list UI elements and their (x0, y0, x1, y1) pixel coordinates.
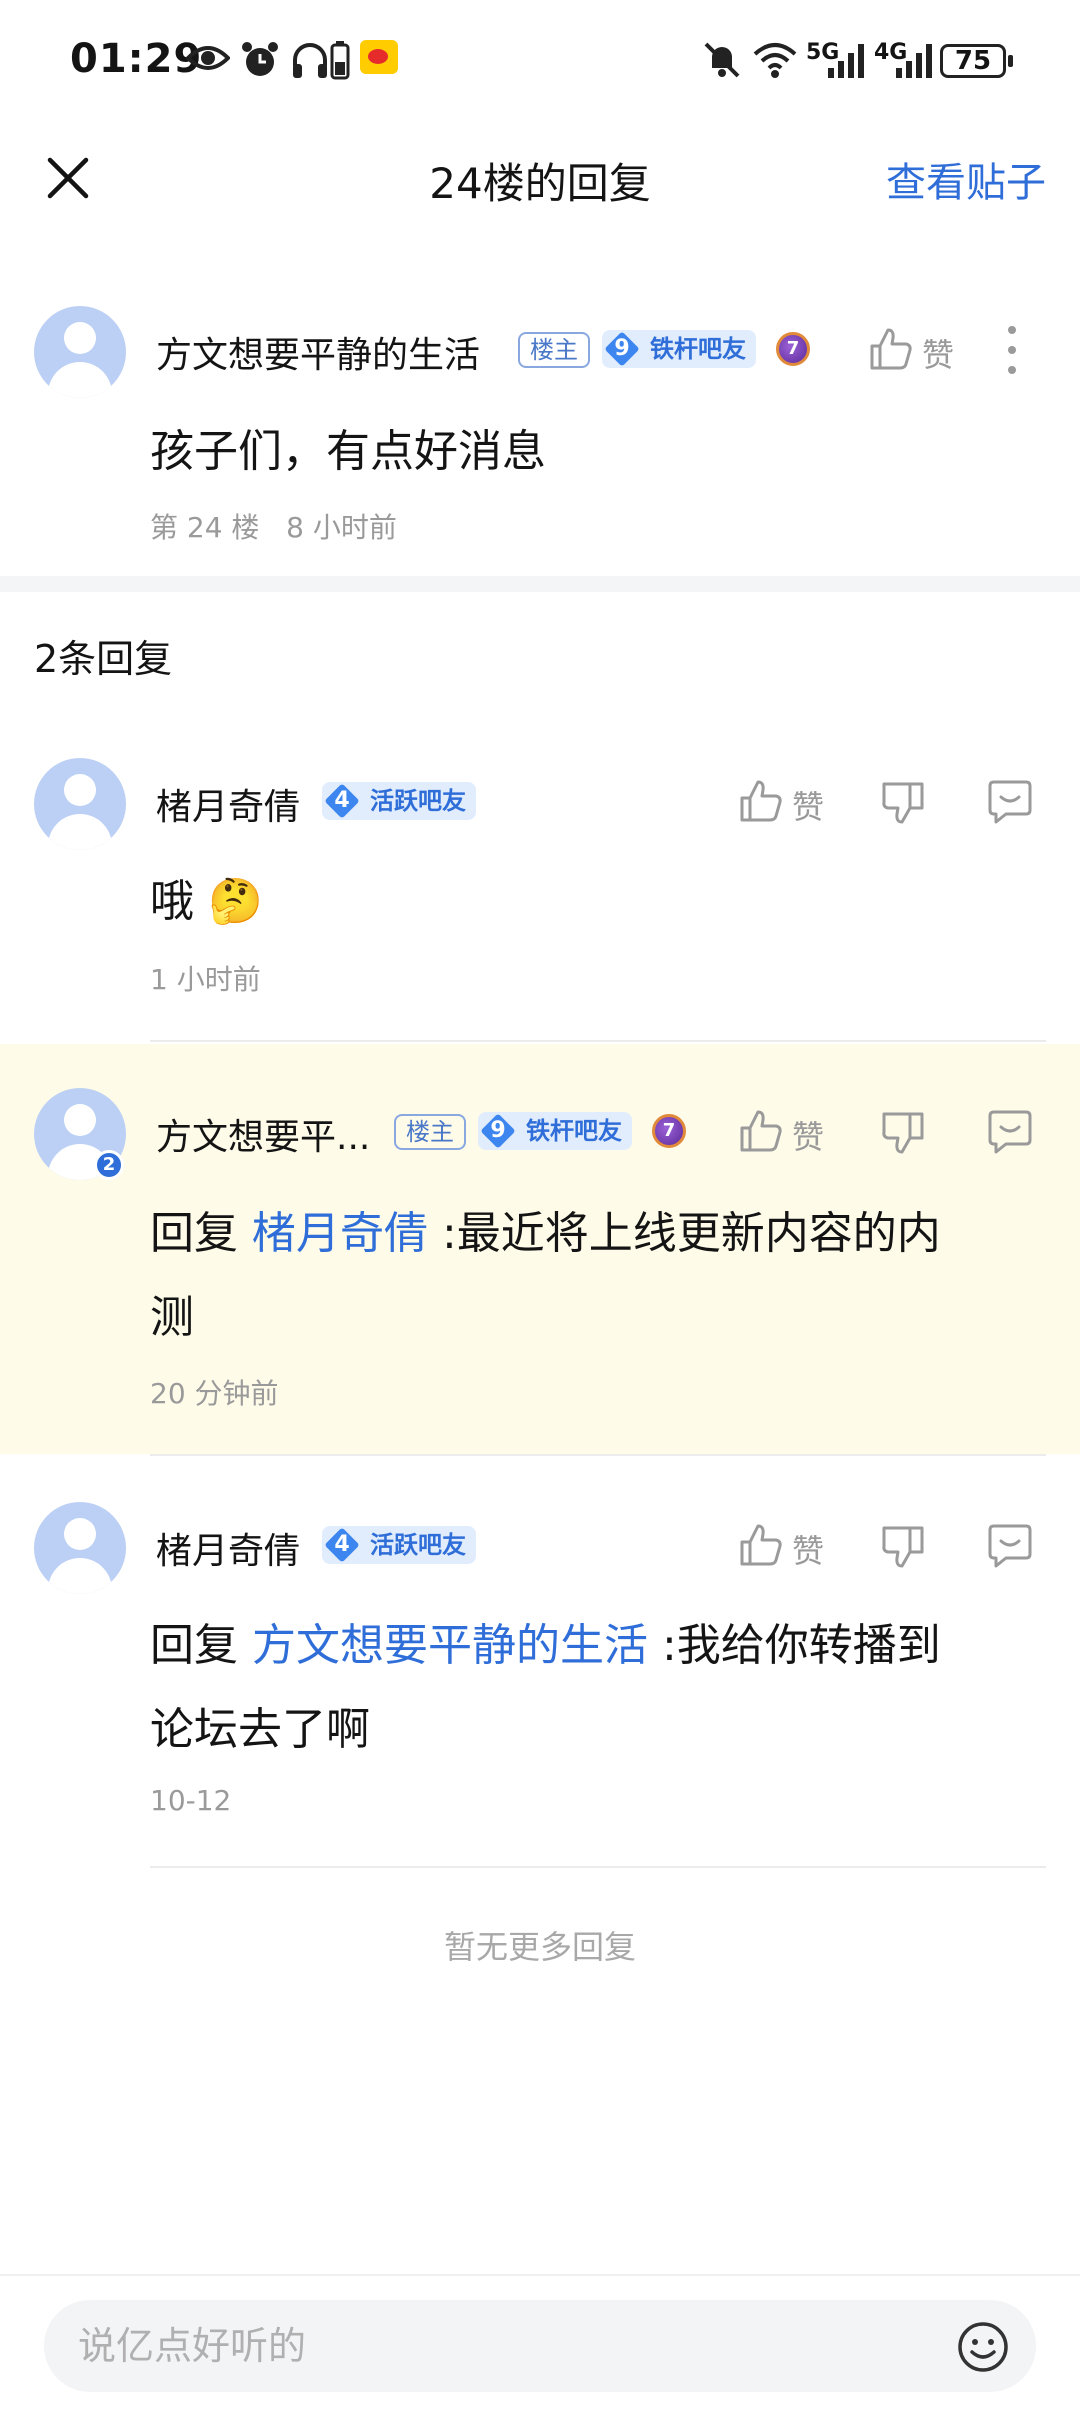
comment-icon[interactable] (986, 1108, 1034, 1156)
reply-content: 回复 楮月奇倩 :最近将上线更新内容的内 测 (150, 1208, 941, 1343)
mute-icon (704, 42, 740, 78)
avatar-badge: 2 (94, 1150, 124, 1180)
reply-to-link[interactable]: 方文想要平静的生活 (252, 1620, 648, 1671)
username[interactable]: 方文想要平静的生活 (156, 326, 480, 378)
owner-tag: 楼主 (394, 1114, 466, 1150)
battery-small-icon (330, 41, 350, 80)
status-time: 01:29 (70, 36, 203, 82)
more-options-icon[interactable] (996, 322, 1028, 378)
alarm-icon (242, 42, 278, 76)
username[interactable]: 楮月奇倩 (156, 1522, 300, 1574)
level-badge: 4 活跃吧友 (322, 782, 476, 820)
reply-to-link[interactable]: 楮月奇倩 (252, 1208, 428, 1259)
reply-content: 哦 🤔 (150, 876, 263, 927)
battery-indicator: 75 (940, 44, 1013, 78)
medal-icon: 7 (652, 1114, 686, 1148)
section-divider (0, 576, 1080, 592)
reply-time: 1 小时前 (150, 963, 261, 996)
eye-icon (186, 46, 230, 70)
thumbs-up-icon (870, 328, 912, 370)
avatar[interactable] (34, 1502, 126, 1594)
comment-composer (0, 2274, 1080, 2412)
thumbs-up-icon (740, 780, 782, 822)
thumbs-down-icon[interactable] (880, 1110, 926, 1156)
headphones-icon (293, 43, 327, 78)
post-meta: 第 24 楼 8 小时前 (150, 506, 397, 546)
floor-number: 第 24 楼 (150, 511, 260, 544)
level-badge: 9 铁杆吧友 (478, 1112, 632, 1150)
comment-input[interactable] (44, 2300, 1036, 2392)
like-button[interactable]: 赞 (738, 1522, 848, 1572)
replies-count: 2条回复 (34, 637, 173, 681)
signal-icon (896, 44, 932, 78)
status-bar: 01:29 5G 4G 75 (0, 0, 1080, 120)
comment-icon[interactable] (986, 1522, 1034, 1570)
avatar[interactable] (34, 758, 126, 850)
thumbs-up-icon (740, 1110, 782, 1152)
username[interactable]: 方文想要平... (156, 1108, 370, 1160)
post-content: 孩子们，有点好消息 (150, 426, 546, 477)
comment-icon[interactable] (986, 778, 1034, 826)
divider (150, 1040, 1046, 1042)
thumbs-up-icon (740, 1524, 782, 1566)
no-more-replies: 暂无更多回复 (443, 1928, 636, 1966)
reply-time: 10-12 (150, 1784, 232, 1817)
owner-tag: 楼主 (518, 332, 590, 368)
reply-time: 20 分钟前 (150, 1377, 279, 1410)
emoji-icon[interactable] (956, 2320, 1010, 2374)
like-button[interactable]: 赞 (738, 1108, 848, 1158)
username[interactable]: 楮月奇倩 (156, 778, 300, 830)
signal-icon (828, 44, 864, 78)
weibo-icon (360, 40, 398, 74)
view-post-link[interactable]: 查看贴子 (886, 150, 1046, 208)
nav-bar: 24楼的回复 查看贴子 (0, 120, 1080, 240)
thinking-emoji-icon: 🤔 (208, 876, 263, 927)
divider (150, 1454, 1046, 1456)
divider (150, 1866, 1046, 1868)
post-time: 8 小时前 (286, 511, 397, 544)
like-button[interactable]: 赞 (868, 326, 978, 376)
reply-content: 回复 方文想要平静的生活 :我给你转播到 论坛去了啊 (150, 1620, 941, 1755)
medal-icon: 7 (776, 332, 810, 366)
thumbs-down-icon[interactable] (880, 1524, 926, 1570)
like-button[interactable]: 赞 (738, 778, 848, 828)
avatar[interactable] (34, 306, 126, 398)
level-badge: 9 铁杆吧友 (602, 330, 756, 368)
wifi-icon (753, 43, 797, 78)
thumbs-down-icon[interactable] (880, 780, 926, 826)
level-badge: 4 活跃吧友 (322, 1526, 476, 1564)
